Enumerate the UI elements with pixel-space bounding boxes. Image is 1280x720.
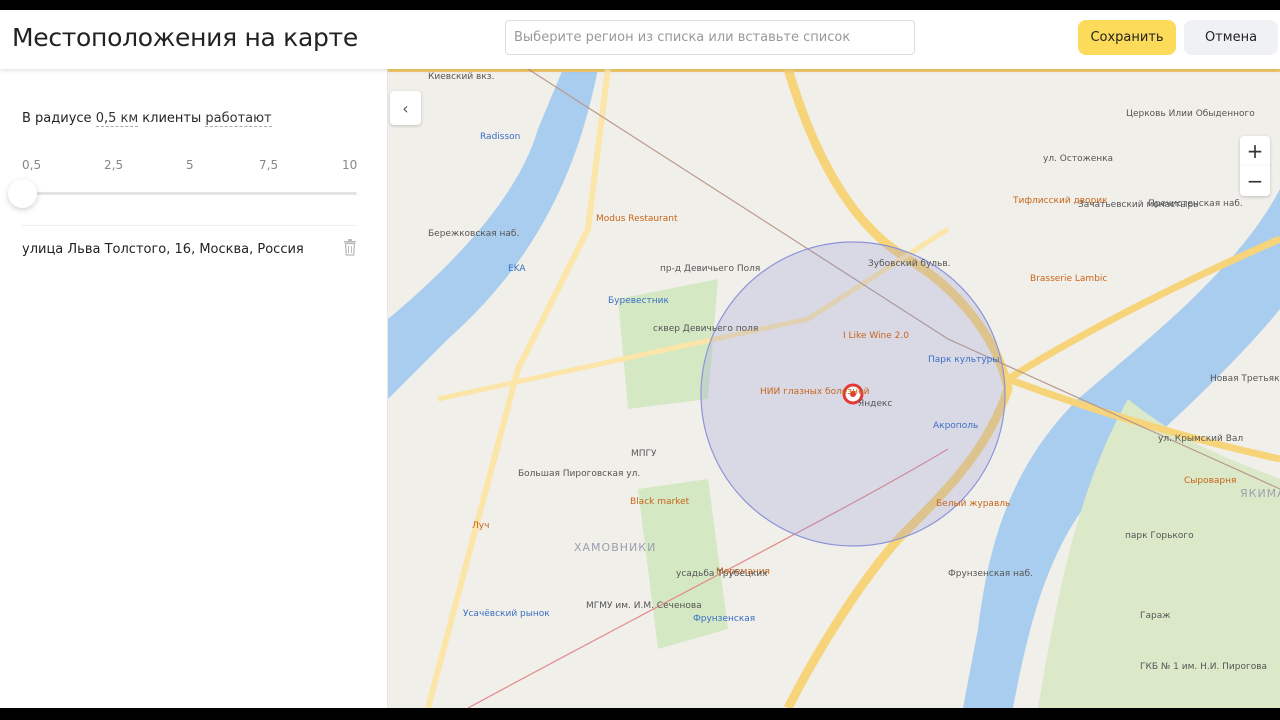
radius-slider-handle[interactable] — [8, 179, 37, 208]
collapse-panel-button[interactable]: ‹ — [390, 91, 421, 125]
map-label: ЯКИМАНКА — [1240, 487, 1280, 500]
map-label: Киевский вкз. — [428, 72, 495, 82]
zoom-out-button[interactable]: − — [1240, 166, 1270, 196]
radius-prefix: В радиусе — [22, 111, 92, 126]
map-label: парк Горького — [1125, 531, 1194, 541]
map-label: Сыроварня — [1184, 476, 1237, 486]
map-label: Церковь Илии Обыденного — [1126, 109, 1255, 119]
map-label: Парк культуры — [928, 355, 1000, 365]
map-label: Буревестник — [608, 296, 669, 306]
map-label: МПГУ — [631, 449, 657, 459]
settings-panel: В радиусе 0,5 км клиенты работают 0,5 2,… — [0, 69, 388, 708]
map-label: ул. Крымский Вал — [1158, 434, 1244, 444]
map-label: МГМУ им. И.М. Сеченова — [586, 601, 702, 611]
cancel-button[interactable]: Отмена — [1184, 20, 1278, 55]
map-label: НИИ глазных болезней — [760, 387, 870, 397]
radius-middle: клиенты — [142, 111, 202, 126]
map-label: Black market — [630, 497, 690, 507]
chevron-left-icon: ‹ — [402, 98, 409, 118]
map-label: Большая Пироговская ул. — [518, 469, 641, 479]
slider-tick: 0,5 — [22, 158, 42, 172]
zoom-in-button[interactable]: + — [1240, 136, 1270, 166]
region-search-input[interactable] — [505, 20, 915, 55]
map-label: Новая Третьяковка — [1210, 374, 1280, 384]
map-label: ул. Остоженка — [1043, 154, 1114, 164]
map-label: Radisson — [480, 132, 521, 142]
map-label: усадьба Трубецких — [676, 569, 768, 579]
map-label: Пречистенская наб. — [1148, 199, 1243, 209]
map-label: Бережковская наб. — [428, 229, 520, 239]
map-label: Фрунзенская наб. — [948, 569, 1033, 579]
header: Местоположения на карте Сохранить Отмена — [0, 10, 1280, 69]
radius-slider-track[interactable] — [36, 192, 357, 195]
map-label: Modus Restaurant — [596, 214, 678, 224]
slider-tick: 10 — [342, 158, 358, 172]
status-dropdown[interactable]: работают — [205, 111, 272, 127]
map-label: EKA — [508, 264, 526, 274]
map-label: Белый журавль — [936, 499, 1011, 509]
map[interactable]: Киевский вкз. Radisson Бережковская наб. Mo… — [388, 69, 1280, 708]
map-label: пр-д Девичьего Поля — [660, 264, 761, 274]
slider-tick: 5 — [186, 158, 194, 172]
map-label: Зубовский бульв. — [868, 259, 951, 269]
page-title: Местоположения на карте — [12, 23, 358, 52]
map-label: Гараж — [1140, 611, 1171, 621]
map-label: сквер Девичьего поля — [653, 324, 759, 334]
map-label: ГКБ № 1 им. Н.И. Пирогова — [1140, 662, 1268, 672]
radius-filter: В радиусе 0,5 км клиенты работают — [22, 111, 272, 127]
trash-icon[interactable] — [343, 239, 357, 256]
map-label: Яндекс — [858, 399, 893, 409]
slider-tick: 2,5 — [104, 158, 124, 172]
map-label: Усачёвский рынок — [463, 609, 550, 619]
location-address: улица Льва Толстого, 16, Москва, Россия — [22, 242, 304, 257]
map-label: Brasserie Lambic — [1030, 274, 1108, 284]
map-label: ХАМОВНИКИ — [574, 541, 657, 554]
slider-tick: 7,5 — [259, 158, 279, 172]
divider — [22, 225, 357, 226]
map-label: I Like Wine 2.0 — [843, 331, 909, 341]
radius-dropdown[interactable]: 0,5 км — [95, 111, 139, 127]
map-label: Фрунзенская — [693, 614, 756, 624]
map-label: Акрополь — [933, 421, 979, 431]
app-window: Местоположения на карте Сохранить Отмена… — [0, 10, 1280, 708]
map-label: Луч — [472, 521, 490, 531]
save-button[interactable]: Сохранить — [1078, 20, 1176, 55]
